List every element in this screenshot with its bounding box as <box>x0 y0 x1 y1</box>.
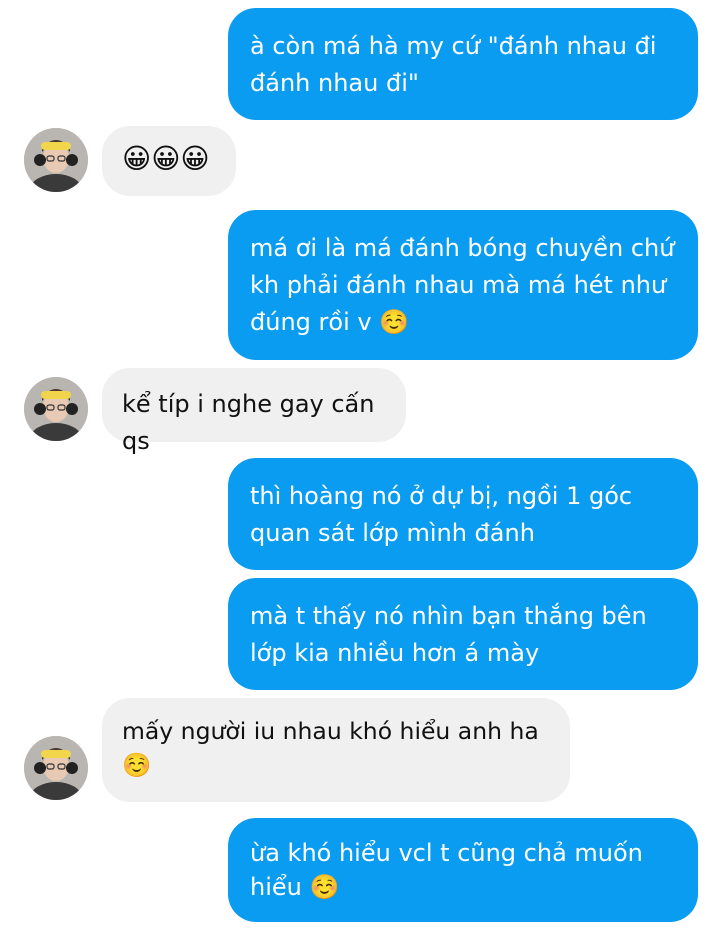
avatar-icon <box>24 377 88 441</box>
message-text: 😀😀😀 <box>122 142 210 175</box>
message-bubble-incoming[interactable]: mấy người iu nhau khó hiểu anh ha ☺️ <box>102 698 570 802</box>
message-bubble-outgoing[interactable]: à còn má hà my cứ "đánh nhau đi đánh nha… <box>228 8 698 120</box>
message-text: ừa khó hiểu vcl t cũng chả muốn hiểu ☺️ <box>250 839 643 901</box>
message-text: kể típ i nghe gay cấn qs <box>122 390 375 455</box>
avatar[interactable] <box>24 377 88 441</box>
message-text: má ơi là má đánh bóng chuyền chứ kh phải… <box>250 234 675 336</box>
message-text: mấy người iu nhau khó hiểu anh ha ☺️ <box>122 717 539 779</box>
avatar[interactable] <box>24 128 88 192</box>
message-bubble-outgoing[interactable]: ừa khó hiểu vcl t cũng chả muốn hiểu ☺️ <box>228 818 698 922</box>
message-bubble-outgoing[interactable]: má ơi là má đánh bóng chuyền chứ kh phải… <box>228 210 698 360</box>
avatar-icon <box>24 128 88 192</box>
message-bubble-outgoing[interactable]: thì hoàng nó ở dự bị, ngồi 1 góc quan sá… <box>228 458 698 570</box>
avatar[interactable] <box>24 736 88 800</box>
message-text: mà t thấy nó nhìn bạn thắng bên lớp kia … <box>250 602 647 667</box>
avatar-icon <box>24 736 88 800</box>
message-bubble-incoming[interactable]: 😀😀😀 <box>102 126 236 196</box>
message-text: à còn má hà my cứ "đánh nhau đi đánh nha… <box>250 32 657 97</box>
message-bubble-outgoing[interactable]: mà t thấy nó nhìn bạn thắng bên lớp kia … <box>228 578 698 690</box>
message-bubble-incoming[interactable]: kể típ i nghe gay cấn qs <box>102 368 406 455</box>
message-text: thì hoàng nó ở dự bị, ngồi 1 góc quan sá… <box>250 482 633 547</box>
